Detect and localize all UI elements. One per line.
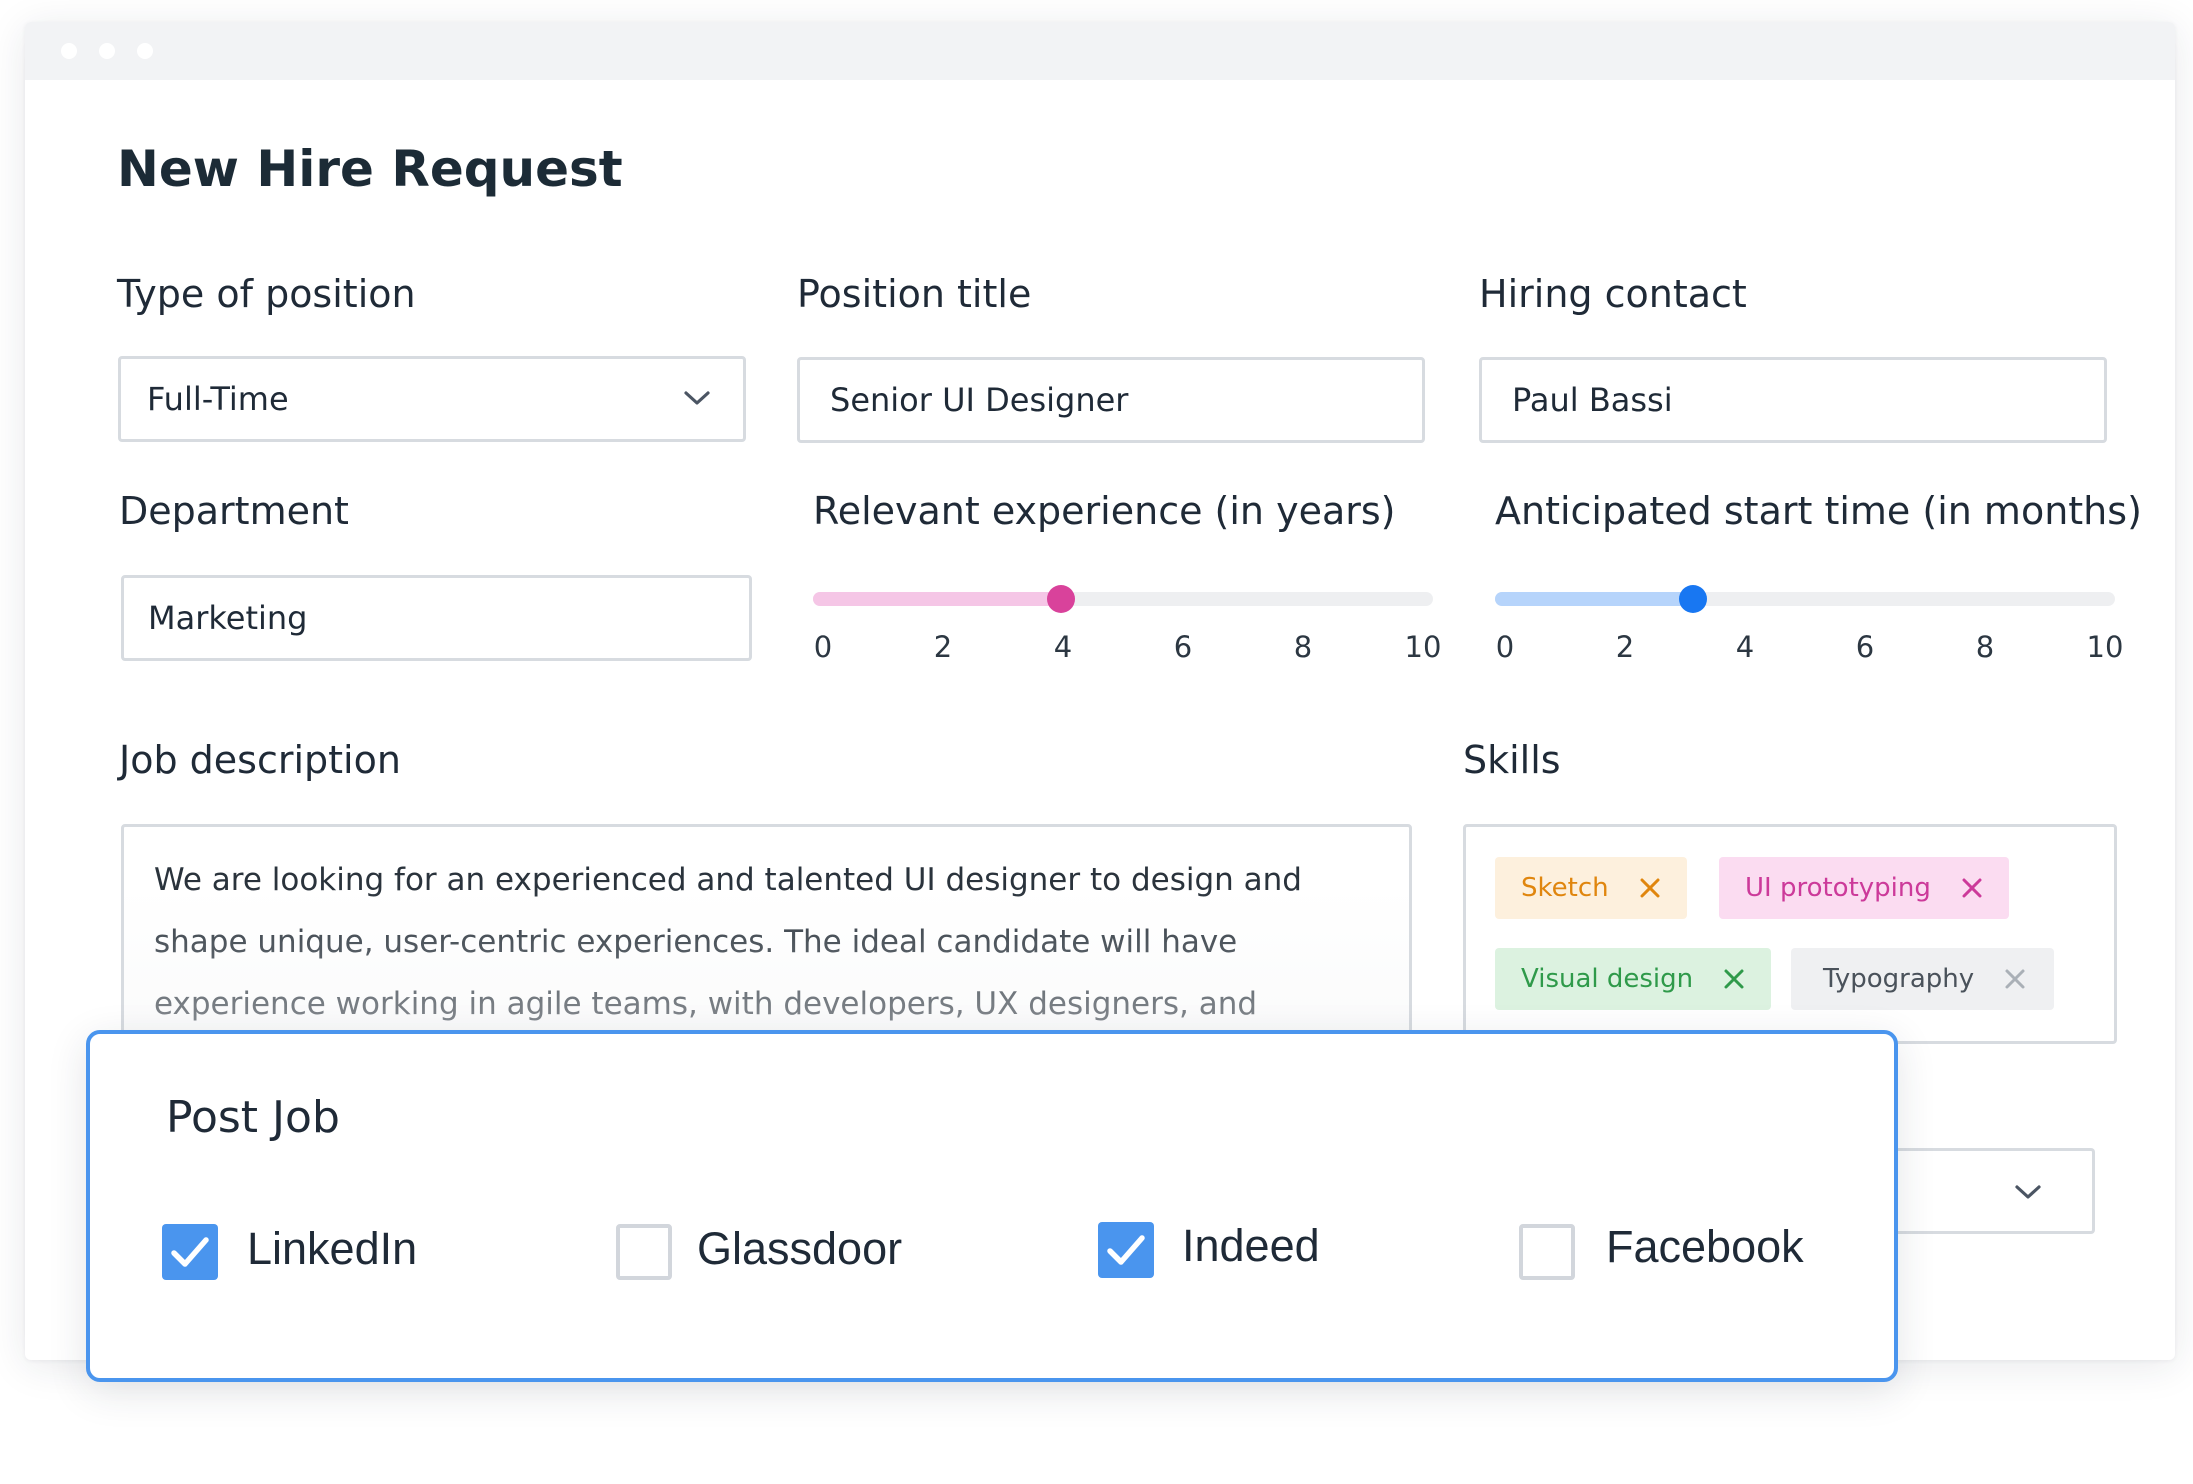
start-time-label: Anticipated start time (in months) xyxy=(1495,489,2142,533)
close-icon[interactable] xyxy=(1961,877,1983,899)
start-time-slider[interactable] xyxy=(1495,585,2115,613)
chevron-down-icon xyxy=(684,391,710,405)
start-time-tick-label: 6 xyxy=(1855,630,1875,664)
job-description-label: Job description xyxy=(119,738,401,782)
glassdoor-label[interactable]: Glassdoor xyxy=(697,1221,902,1277)
glassdoor-checkbox[interactable] xyxy=(616,1224,672,1280)
experience-slider-thumb[interactable] xyxy=(1047,585,1075,613)
hiring-contact-label: Hiring contact xyxy=(1479,272,1747,316)
start-time-tick-label: 10 xyxy=(2086,630,2124,664)
facebook-label[interactable]: Facebook xyxy=(1606,1219,1804,1275)
skill-tag-sketch: Sketch xyxy=(1495,857,1687,919)
skill-tag-label: Visual design xyxy=(1521,964,1694,994)
indeed-label[interactable]: Indeed xyxy=(1182,1218,1320,1274)
hiring-contact-input[interactable]: Paul Bassi xyxy=(1479,357,2107,443)
skills-input[interactable]: Sketch UI prototyping Visual design Typo… xyxy=(1463,824,2117,1044)
page-title: New Hire Request xyxy=(117,140,623,198)
hidden-select[interactable] xyxy=(1880,1148,2095,1234)
experience-tick-label: 10 xyxy=(1404,630,1442,664)
skills-label: Skills xyxy=(1463,738,1561,782)
window-dot-icon xyxy=(137,43,153,59)
type-of-position-select[interactable]: Full-Time xyxy=(118,356,746,442)
department-label: Department xyxy=(119,489,349,533)
experience-tick-label: 6 xyxy=(1173,630,1193,664)
skill-tag-typography: Typography xyxy=(1791,948,2055,1010)
post-job-modal: Post Job LinkedIn Glassdoor Indeed Faceb… xyxy=(86,1030,1898,1382)
department-input[interactable]: Marketing xyxy=(121,575,752,661)
linkedin-checkbox[interactable] xyxy=(162,1224,218,1280)
modal-title: Post Job xyxy=(166,1092,340,1143)
position-title-label: Position title xyxy=(797,272,1032,316)
close-icon[interactable] xyxy=(1639,877,1661,899)
position-title-value: Senior UI Designer xyxy=(830,381,1129,419)
hiring-contact-value: Paul Bassi xyxy=(1512,381,1673,419)
close-icon[interactable] xyxy=(2004,968,2026,990)
start-time-tick-label: 2 xyxy=(1615,630,1635,664)
indeed-checkbox[interactable] xyxy=(1098,1222,1154,1278)
experience-tick-label: 0 xyxy=(813,630,833,664)
job-description-textarea[interactable]: We are looking for an experienced and ta… xyxy=(121,824,1412,1054)
facebook-checkbox[interactable] xyxy=(1519,1224,1575,1280)
window-dot-icon xyxy=(61,43,77,59)
skill-tag-label: Typography xyxy=(1823,964,1975,994)
type-of-position-label: Type of position xyxy=(117,272,416,316)
window-dot-icon xyxy=(99,43,115,59)
type-of-position-value: Full-Time xyxy=(147,380,289,418)
close-icon[interactable] xyxy=(1723,968,1745,990)
checkmark-icon xyxy=(171,1237,209,1267)
experience-tick-label: 4 xyxy=(1053,630,1073,664)
experience-tick-label: 2 xyxy=(933,630,953,664)
skill-tag-label: UI prototyping xyxy=(1745,873,1931,903)
textarea-fade xyxy=(124,887,1409,1051)
start-time-tick-label: 4 xyxy=(1735,630,1755,664)
position-title-input[interactable]: Senior UI Designer xyxy=(797,357,1425,443)
experience-tick-label: 8 xyxy=(1293,630,1313,664)
start-time-slider-fill xyxy=(1495,592,1694,606)
linkedin-label[interactable]: LinkedIn xyxy=(247,1221,417,1277)
window-titlebar xyxy=(25,22,2175,80)
skill-tag-ui-prototyping: UI prototyping xyxy=(1719,857,2009,919)
experience-label: Relevant experience (in years) xyxy=(813,489,1396,533)
chevron-down-icon xyxy=(2015,1185,2041,1199)
skill-tag-label: Sketch xyxy=(1521,873,1609,903)
department-value: Marketing xyxy=(148,599,308,637)
checkmark-icon xyxy=(1107,1235,1145,1265)
start-time-tick-label: 0 xyxy=(1495,630,1515,664)
experience-slider-fill xyxy=(813,592,1061,606)
skill-tag-visual-design: Visual design xyxy=(1495,948,1772,1010)
start-time-tick-label: 8 xyxy=(1975,630,1995,664)
experience-slider[interactable] xyxy=(813,585,1433,613)
